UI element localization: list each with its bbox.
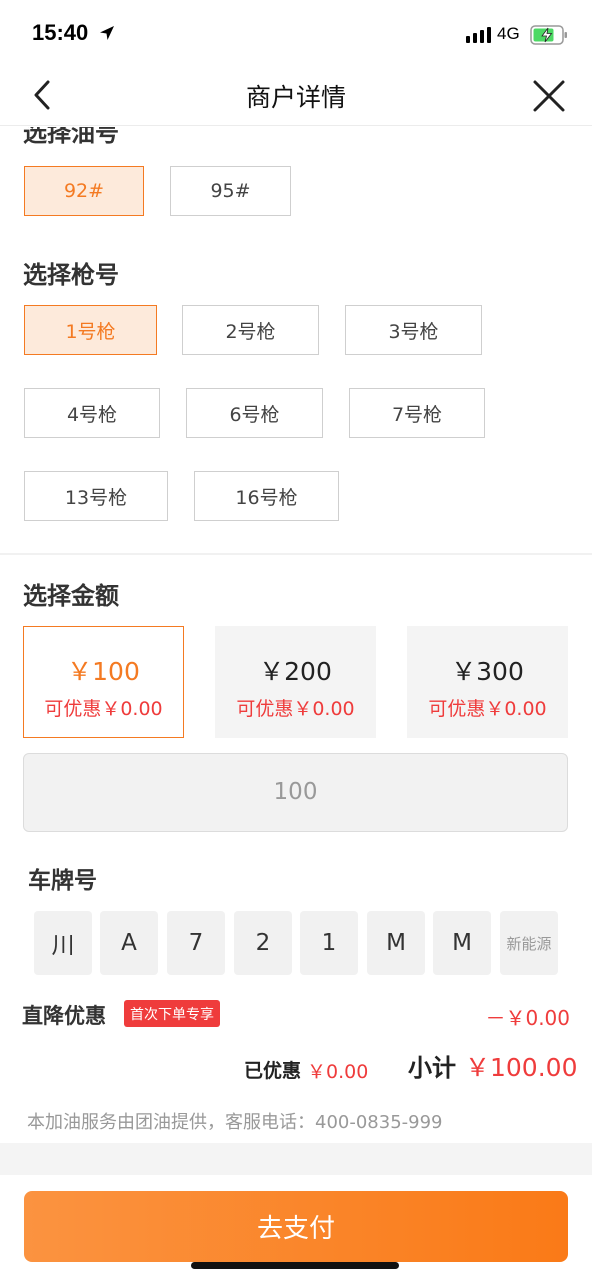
navigation-bar: 商户详情 [0, 64, 592, 126]
plate-char-4[interactable]: 2 [234, 911, 292, 975]
location-arrow-icon [100, 26, 114, 40]
gun-option-2[interactable]: 2号枪 [182, 305, 319, 355]
plate-char-5[interactable]: 1 [300, 911, 358, 975]
plate-new-energy[interactable]: 新能源 [500, 911, 558, 975]
oil-section-title: 选择油号 [23, 127, 119, 147]
plate-char-province[interactable]: 川 [34, 911, 92, 975]
plate-char-2[interactable]: A [100, 911, 158, 975]
gun-option-3[interactable]: 3号枪 [345, 305, 482, 355]
amount-section-title: 选择金额 [23, 582, 119, 610]
amount-value: ￥100 [67, 657, 140, 686]
status-bar: 15:40 4G [0, 0, 592, 64]
gun-option-4[interactable]: 4号枪 [24, 388, 160, 438]
first-order-badge: 首次下单专享 [124, 1000, 220, 1027]
plate-section-title: 车牌号 [28, 868, 97, 894]
gun-option-1[interactable]: 1号枪 [24, 305, 157, 355]
amount-card-100[interactable]: ￥100 可优惠￥0.00 [23, 626, 184, 738]
section-divider [0, 553, 592, 555]
status-time: 15:40 [32, 20, 89, 45]
subtotal-value: ￥100.00 [465, 1053, 578, 1082]
amount-value: ￥200 [259, 657, 332, 686]
subtotal-label: 小计 [408, 1054, 456, 1082]
page-title: 商户详情 [245, 83, 346, 112]
gun-option-16[interactable]: 16号枪 [194, 471, 339, 521]
amount-value: ￥300 [451, 657, 524, 686]
oil-option-95[interactable]: 95# [170, 166, 291, 216]
gun-option-7[interactable]: 7号枪 [349, 388, 485, 438]
gun-option-13[interactable]: 13号枪 [24, 471, 168, 521]
amount-discount: 可优惠￥0.00 [428, 698, 547, 720]
gun-section-title: 选择枪号 [23, 261, 119, 289]
oil-section-title-clip: 选择油号 [0, 127, 592, 149]
footer-band [0, 1143, 592, 1175]
amount-input[interactable]: 100 [23, 753, 568, 832]
pay-button[interactable]: 去支付 [24, 1191, 568, 1262]
plate-char-3[interactable]: 7 [167, 911, 225, 975]
oil-option-92[interactable]: 92# [24, 166, 144, 216]
amount-discount: 可优惠￥0.00 [44, 698, 163, 720]
signal-icon [466, 27, 491, 43]
saved-value: ￥0.00 [307, 1061, 369, 1083]
plate-char-7[interactable]: M [433, 911, 491, 975]
saved-label: 已优惠 [244, 1060, 302, 1082]
discount-amount: －￥0.00 [485, 1006, 570, 1030]
discount-label: 直降优惠 [22, 1004, 106, 1028]
gun-option-6[interactable]: 6号枪 [186, 388, 323, 438]
network-type: 4G [497, 24, 520, 43]
plate-char-6[interactable]: M [367, 911, 425, 975]
amount-card-200[interactable]: ￥200 可优惠￥0.00 [215, 626, 376, 738]
home-indicator [191, 1262, 399, 1269]
battery-charging-icon [530, 25, 567, 45]
amount-discount: 可优惠￥0.00 [236, 698, 355, 720]
amount-card-300[interactable]: ￥300 可优惠￥0.00 [407, 626, 568, 738]
service-note: 本加油服务由团油提供，客服电话：400-0835-999 [27, 1112, 443, 1133]
close-icon[interactable] [530, 77, 568, 115]
